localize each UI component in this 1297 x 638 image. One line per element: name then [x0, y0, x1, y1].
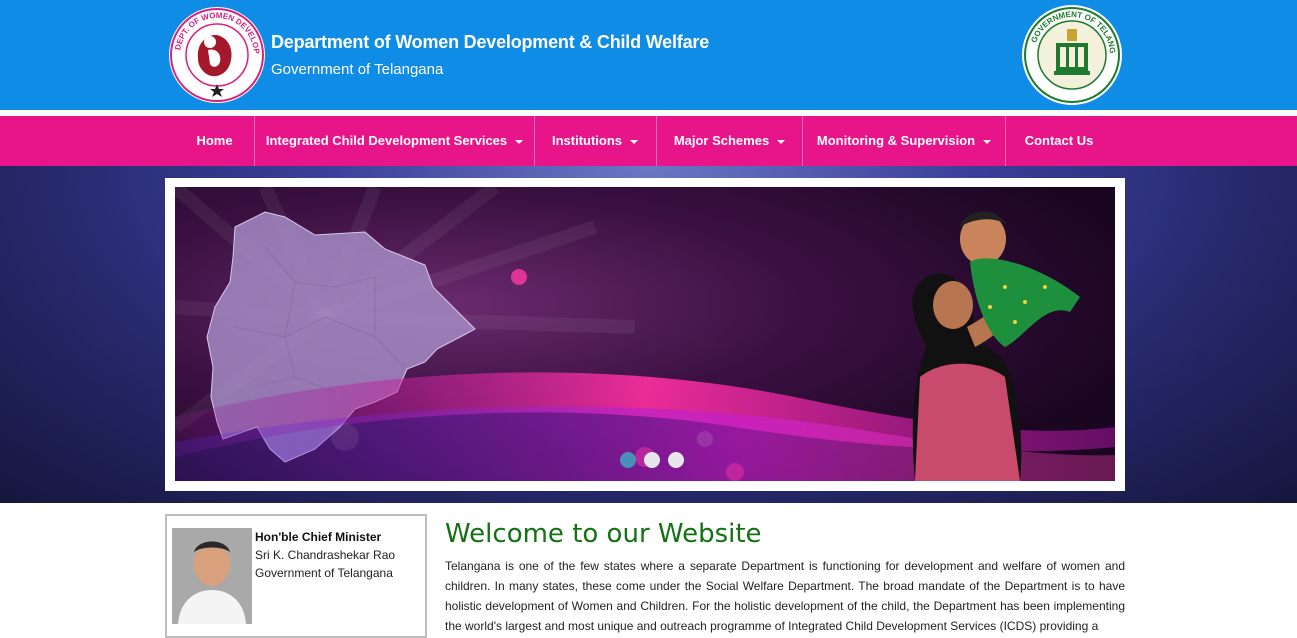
nav-institutions[interactable]: Institutions — [535, 116, 655, 166]
chevron-down-icon — [630, 139, 639, 144]
slider-dot-3[interactable] — [668, 452, 684, 468]
nav-contact-us[interactable]: Contact Us — [1006, 116, 1112, 166]
chevron-down-icon — [515, 139, 524, 144]
nav-major-schemes-label: Major Schemes — [673, 133, 770, 148]
chief-minister-name: Sri K. Chandrashekar Rao — [255, 548, 396, 562]
nav-icds[interactable]: Integrated Child Development Services — [255, 116, 534, 166]
site-subtitle: Government of Telangana — [271, 61, 444, 78]
chief-minister-photo — [172, 528, 252, 624]
nav-major-schemes[interactable]: Major Schemes — [657, 116, 802, 166]
nav-home-label: Home — [196, 133, 233, 148]
nav-monitoring-label: Monitoring & Supervision — [816, 133, 976, 148]
slider-dot-2[interactable] — [644, 452, 660, 468]
main-navigation: Home Integrated Child Development Servic… — [0, 116, 1297, 166]
nav-home[interactable]: Home — [176, 116, 253, 166]
chevron-down-icon — [777, 139, 786, 144]
nav-contact-label: Contact Us — [1024, 133, 1094, 148]
welcome-heading: Welcome to our Website — [445, 519, 762, 549]
nav-institutions-label: Institutions — [551, 133, 623, 148]
nav-monitoring-supervision[interactable]: Monitoring & Supervision — [803, 116, 1005, 166]
slide-image[interactable] — [175, 187, 1115, 481]
telangana-emblem: GOVERNMENT OF TELANGANA — [1017, 0, 1124, 107]
welcome-text: Telangana is one of the few states where… — [445, 559, 1125, 633]
slider-dot-1[interactable] — [620, 452, 636, 468]
nav-icds-label: Integrated Child Development Services — [265, 133, 508, 148]
site-header: DEPT. OF WOMEN DEVELOPMENT & CHILD WELFA… — [0, 0, 1297, 110]
department-logo[interactable]: DEPT. OF WOMEN DEVELOPMENT & CHILD WELFA… — [164, 0, 266, 104]
site-title[interactable]: Department of Women Development & Child … — [271, 32, 709, 53]
chief-minister-title: Hon'ble Chief Minister — [255, 530, 382, 544]
chief-minister-org: Government of Telangana — [255, 566, 393, 580]
chevron-down-icon — [983, 139, 992, 144]
